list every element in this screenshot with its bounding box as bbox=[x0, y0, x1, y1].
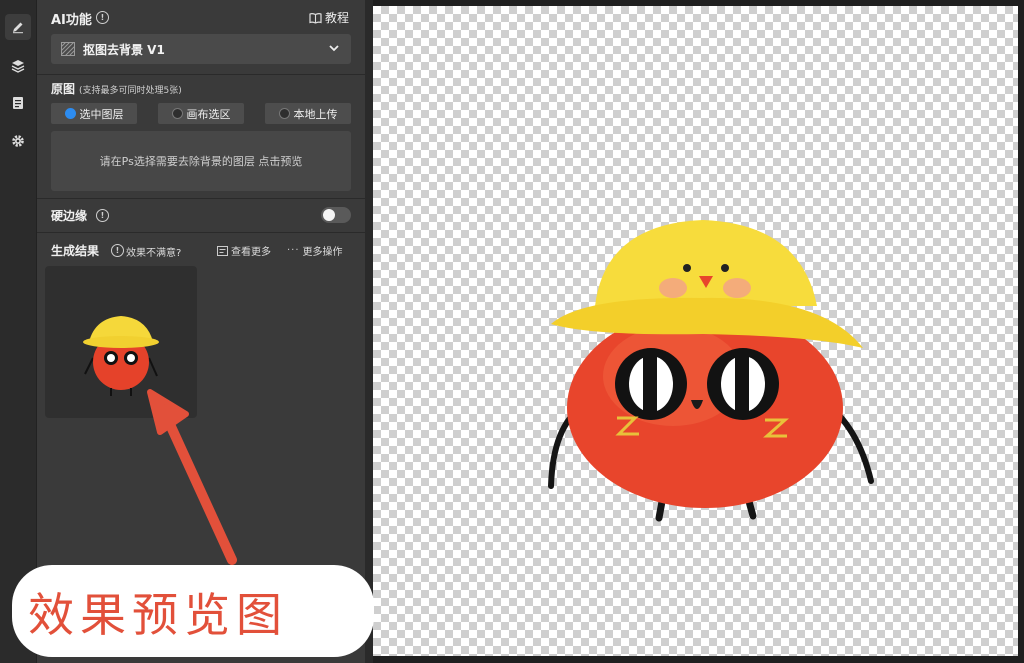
annotation-label: 效果预览图 bbox=[28, 588, 288, 642]
annotation-arrow bbox=[147, 389, 237, 565]
